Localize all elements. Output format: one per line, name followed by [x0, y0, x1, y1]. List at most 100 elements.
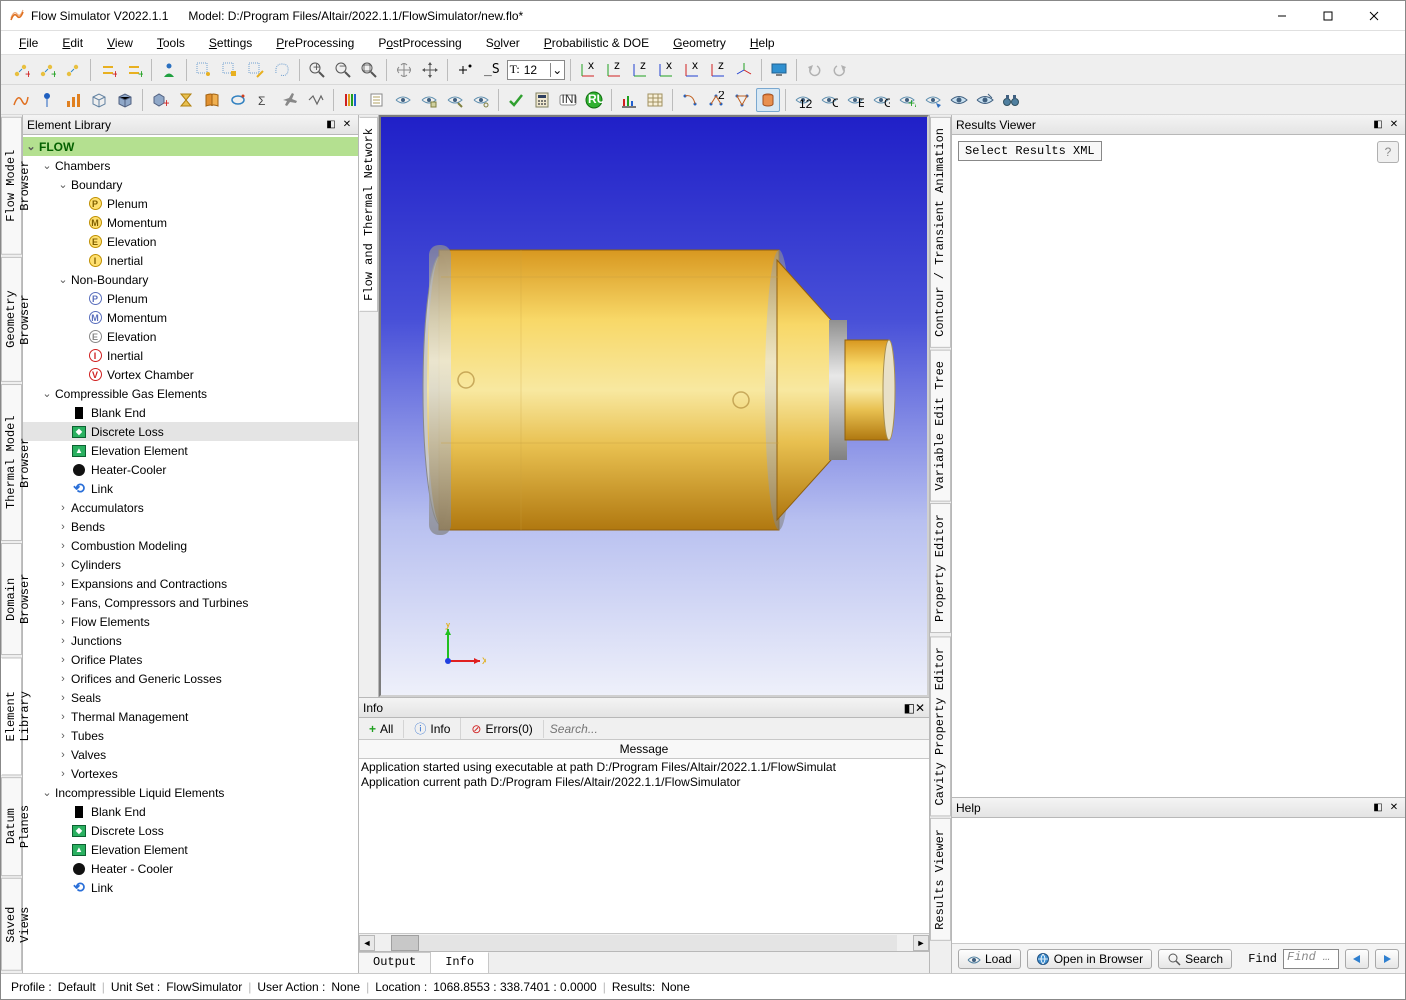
snap-plus-icon[interactable] — [453, 58, 477, 82]
tree-ile-heater-cooler[interactable]: Heater - Cooler — [23, 859, 358, 878]
minimize-button[interactable] — [1259, 1, 1305, 31]
help-open-browser-button[interactable]: Open in Browser — [1027, 949, 1152, 969]
vis-eye-big2-icon[interactable] — [973, 88, 997, 112]
undock-icon[interactable]: ◧ — [324, 118, 338, 132]
3d-viewport[interactable]: x y — [379, 115, 929, 697]
view-iso-icon[interactable] — [732, 58, 756, 82]
bottom-tab-info[interactable]: Info — [431, 952, 489, 973]
view-yz2-icon[interactable]: z — [706, 58, 730, 82]
menu-geometry[interactable]: Geometry — [663, 34, 736, 52]
tree-cge-group-seals[interactable]: ›Seals — [23, 688, 358, 707]
hourglass-icon[interactable] — [174, 88, 198, 112]
tree-cge-group-combustion-modeling[interactable]: ›Combustion Modeling — [23, 536, 358, 555]
view-xy2-icon[interactable]: z — [602, 58, 626, 82]
snap-s-button[interactable]: _S — [479, 58, 505, 82]
sidebar-tab-datum-planes[interactable]: Datum Planes — [1, 777, 22, 876]
tree-cge-link[interactable]: ⟲Link — [23, 479, 358, 498]
zoom-out-icon[interactable]: − — [331, 58, 355, 82]
tree-nonboundary-plenum[interactable]: PPlenum — [23, 289, 358, 308]
close-icon[interactable]: ✕ — [915, 701, 925, 715]
undock-icon[interactable]: ◧ — [1371, 118, 1385, 132]
message-list[interactable]: Application started using executable at … — [359, 759, 929, 933]
add-node-green-icon[interactable]: + — [35, 58, 59, 82]
tree-cge-group-thermal-management[interactable]: ›Thermal Management — [23, 707, 358, 726]
filter-all-button[interactable]: +All — [359, 720, 404, 738]
vis-eye-big1-icon[interactable] — [947, 88, 971, 112]
tree-cge-group-orifice-plates[interactable]: ›Orifice Plates — [23, 650, 358, 669]
select-box-icon[interactable] — [218, 58, 242, 82]
find-prev-button[interactable] — [1345, 949, 1369, 969]
vis-eye-plus-icon[interactable]: +/ — [895, 88, 919, 112]
menu-view[interactable]: View — [97, 34, 143, 52]
find-input[interactable]: Find in… — [1283, 949, 1339, 969]
pan-icon[interactable] — [392, 58, 416, 82]
tree-cge-group-valves[interactable]: ›Valves — [23, 745, 358, 764]
tree-ile-elevation-element[interactable]: ▲Elevation Element — [23, 840, 358, 859]
link-green-icon[interactable]: + — [122, 58, 146, 82]
init-button[interactable]: INIT — [556, 88, 580, 112]
sidebar-tab-geometry-browser[interactable]: Geometry Browser — [1, 257, 22, 382]
tree-boundary-inertial[interactable]: IInertial — [23, 251, 358, 270]
tree-nonboundary-vortex-chamber[interactable]: VVortex Chamber — [23, 365, 358, 384]
tree-ile-blank-end[interactable]: Blank End — [23, 802, 358, 821]
menu-postprocessing[interactable]: PostProcessing — [368, 34, 471, 52]
zigzag-icon[interactable] — [304, 88, 328, 112]
link-red-icon[interactable]: + — [96, 58, 120, 82]
find-next-button[interactable] — [1375, 949, 1399, 969]
path2-icon[interactable]: 2 — [704, 88, 728, 112]
monitor-icon[interactable] — [767, 58, 791, 82]
tree-cge-elevation-element[interactable]: ▲Elevation Element — [23, 441, 358, 460]
tree-nonboundary-elevation[interactable]: EElevation — [23, 327, 358, 346]
view-yz1-icon[interactable]: x — [680, 58, 704, 82]
check-icon[interactable] — [504, 88, 528, 112]
tree-cge-group-fans-compressors-and-turbines[interactable]: ›Fans, Compressors and Turbines — [23, 593, 358, 612]
undock-icon[interactable]: ◧ — [904, 701, 915, 715]
tree-cge-blank-end[interactable]: Blank End — [23, 403, 358, 422]
cube-add-icon[interactable]: + — [148, 88, 172, 112]
eye1-icon[interactable] — [391, 88, 415, 112]
plane-icon[interactable] — [278, 88, 302, 112]
tree-cge-group-orifices-and-generic-losses[interactable]: ›Orifices and Generic Losses — [23, 669, 358, 688]
zoom-in-icon[interactable]: + — [305, 58, 329, 82]
cube-wire-icon[interactable] — [87, 88, 111, 112]
sidebar-tab-domain-browser[interactable]: Domain Browser — [1, 543, 22, 655]
ellipse-tool-icon[interactable] — [226, 88, 250, 112]
tab-flow-thermal-network[interactable]: Flow and Thermal Network — [359, 117, 378, 312]
sidebar-tab-thermal-model-browser[interactable]: Thermal Model Browser — [1, 384, 22, 541]
tree-boundary-momentum[interactable]: MMomentum — [23, 213, 358, 232]
right-tab-property-editor[interactable]: Property Editor — [930, 503, 951, 633]
tree-boundary-plenum[interactable]: PPlenum — [23, 194, 358, 213]
tree-cge-group-bends[interactable]: ›Bends — [23, 517, 358, 536]
eye2-icon[interactable] — [417, 88, 441, 112]
chart-bars-icon[interactable] — [617, 88, 641, 112]
move-cross-icon[interactable] — [418, 58, 442, 82]
help-question-icon[interactable]: ? — [1377, 141, 1399, 163]
calc-icon[interactable] — [530, 88, 554, 112]
sidebar-tab-flow-model-browser[interactable]: Flow Model Browser — [1, 117, 22, 255]
tree-root-flow[interactable]: ⌄FLOW — [23, 137, 358, 156]
bars-tool-icon[interactable] — [61, 88, 85, 112]
cube-solid-icon[interactable] — [113, 88, 137, 112]
right-tab-variable-edit-tree[interactable]: Variable Edit Tree — [930, 350, 951, 502]
tree-ile-discrete-loss[interactable]: ◆Discrete Loss — [23, 821, 358, 840]
path1-icon[interactable] — [678, 88, 702, 112]
add-node-red-icon[interactable]: + — [9, 58, 33, 82]
menu-preprocessing[interactable]: PreProcessing — [266, 34, 364, 52]
info-search-input[interactable] — [544, 722, 929, 736]
tree-cge-group-junctions[interactable]: ›Junctions — [23, 631, 358, 650]
tree-boundary-elevation[interactable]: EElevation — [23, 232, 358, 251]
menu-help[interactable]: Help — [740, 34, 785, 52]
select-line-icon[interactable] — [244, 58, 268, 82]
tree-cge-heater-cooler[interactable]: Heater-Cooler — [23, 460, 358, 479]
close-icon[interactable]: ✕ — [340, 118, 354, 132]
binoculars-icon[interactable] — [999, 88, 1023, 112]
tree-nonboundary-inertial[interactable]: IInertial — [23, 346, 358, 365]
add-node-plain-icon[interactable] — [61, 58, 85, 82]
view-xz1-icon[interactable]: z — [628, 58, 652, 82]
menu-edit[interactable]: Edit — [52, 34, 93, 52]
tree-boundary[interactable]: ⌄Boundary — [23, 175, 358, 194]
view-xz2-icon[interactable]: x — [654, 58, 678, 82]
menu-tools[interactable]: Tools — [147, 34, 195, 52]
select-points-icon[interactable] — [192, 58, 216, 82]
vis-eye-arrow-icon[interactable] — [921, 88, 945, 112]
